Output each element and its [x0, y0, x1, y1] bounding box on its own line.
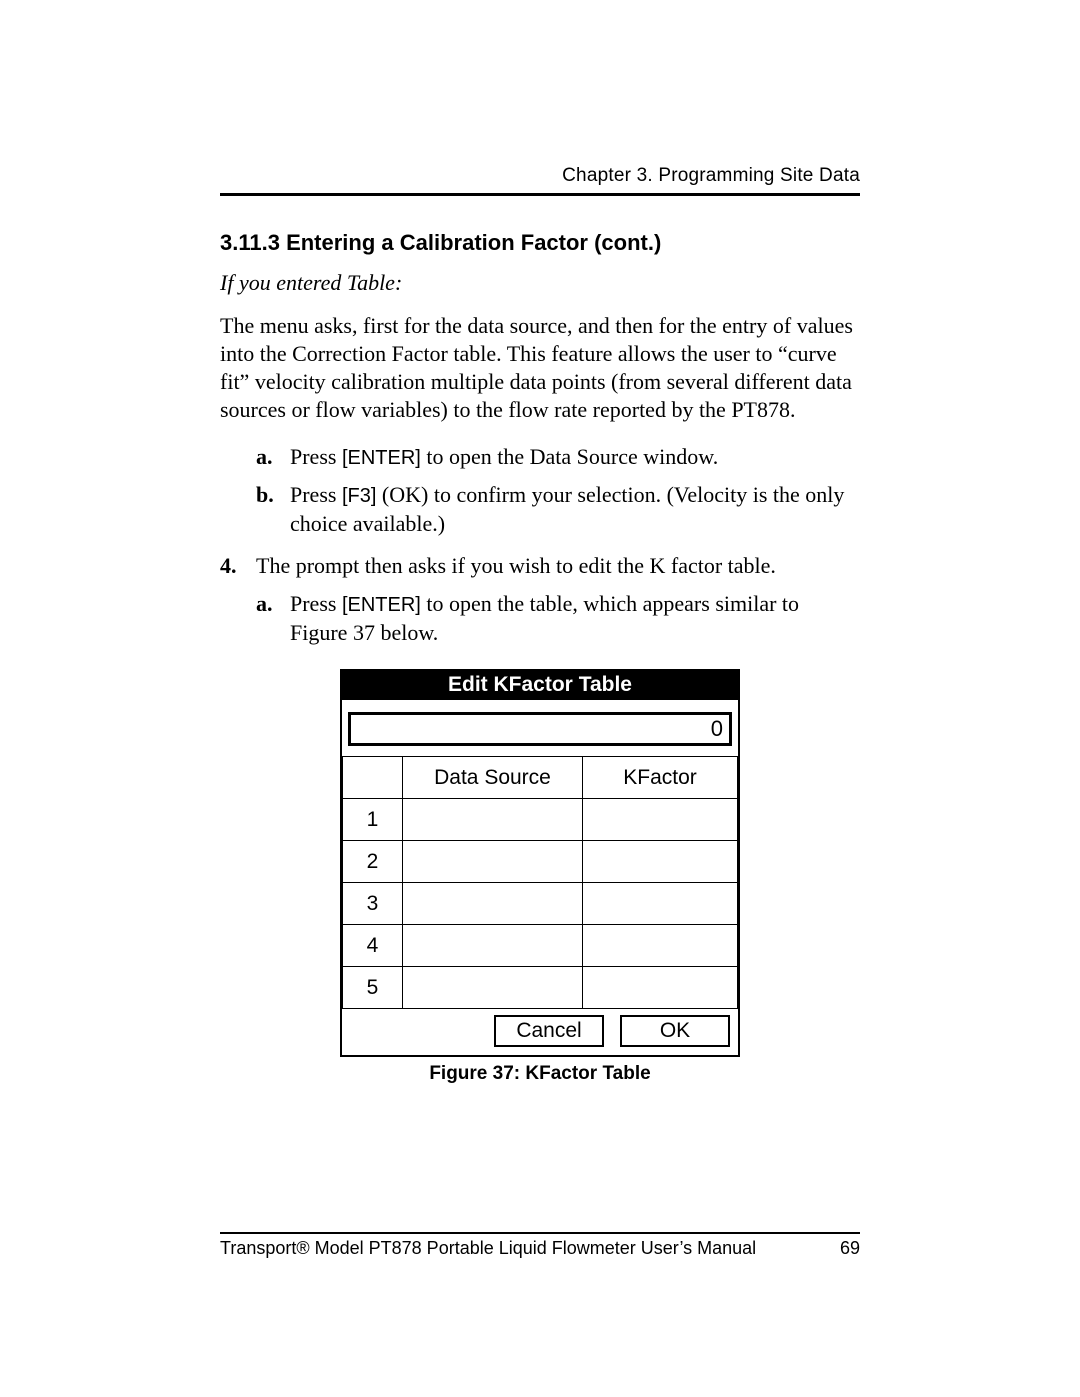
row-index: 1	[343, 799, 403, 841]
step-4: 4. The prompt then asks if you wish to e…	[220, 552, 860, 580]
header-data-source: Data Source	[403, 757, 583, 799]
ok-button[interactable]: OK	[620, 1015, 730, 1047]
row-data-source[interactable]	[403, 799, 583, 841]
header-rule	[220, 193, 860, 196]
dialog-button-row: Cancel OK	[342, 1009, 738, 1055]
kfactor-dialog: Edit KFactor Table 0 Data Source KFactor…	[340, 669, 740, 1057]
footer-manual-title: Transport® Model PT878 Portable Liquid F…	[220, 1238, 756, 1259]
step-4-marker: 4.	[220, 552, 256, 580]
value-input[interactable]: 0	[348, 712, 732, 746]
figure-caption: Figure 37: KFactor Table	[340, 1063, 740, 1085]
row-kfactor[interactable]	[583, 967, 738, 1009]
table-header-row: Data Source KFactor	[343, 757, 738, 799]
step-b-text: Press [F3] (OK) to confirm your selectio…	[290, 481, 860, 538]
row-index: 5	[343, 967, 403, 1009]
footer-page-number: 69	[840, 1238, 860, 1259]
step-a: a. Press [ENTER] to open the Data Source…	[256, 443, 860, 472]
chapter-header: Chapter 3. Programming Site Data	[220, 165, 860, 187]
figure-37: Edit KFactor Table 0 Data Source KFactor…	[340, 669, 740, 1085]
cancel-button[interactable]: Cancel	[494, 1015, 604, 1047]
step-4a: a. Press [ENTER] to open the table, whic…	[256, 590, 860, 647]
page-footer: Transport® Model PT878 Portable Liquid F…	[220, 1232, 860, 1259]
row-kfactor[interactable]	[583, 883, 738, 925]
step-a-marker: a.	[256, 443, 290, 472]
row-kfactor[interactable]	[583, 841, 738, 883]
section-title: 3.11.3 Entering a Calibration Factor (co…	[220, 230, 860, 256]
row-kfactor[interactable]	[583, 799, 738, 841]
header-index	[343, 757, 403, 799]
step-b-pre: Press	[290, 482, 342, 507]
row-index: 2	[343, 841, 403, 883]
kfactor-table: Data Source KFactor 1 2	[342, 756, 738, 1009]
step-a-pre: Press	[290, 444, 342, 469]
row-data-source[interactable]	[403, 883, 583, 925]
step-4a-marker: a.	[256, 590, 290, 647]
row-data-source[interactable]	[403, 925, 583, 967]
footer-rule	[220, 1232, 860, 1234]
section-subhead: If you entered Table:	[220, 270, 860, 296]
sub-list-ab: a. Press [ENTER] to open the Data Source…	[256, 443, 860, 538]
enter-key: [ENTER]	[342, 447, 421, 469]
table-row[interactable]: 5	[343, 967, 738, 1009]
row-index: 3	[343, 883, 403, 925]
step-a-post: to open the Data Source window.	[421, 444, 718, 469]
page: Chapter 3. Programming Site Data 3.11.3 …	[0, 0, 1080, 1397]
f3-key: [F3]	[342, 485, 376, 507]
row-index: 4	[343, 925, 403, 967]
table-row[interactable]: 3	[343, 883, 738, 925]
step-b-marker: b.	[256, 481, 290, 538]
step-4-block: 4. The prompt then asks if you wish to e…	[220, 552, 860, 647]
table-row[interactable]: 1	[343, 799, 738, 841]
table-row[interactable]: 2	[343, 841, 738, 883]
enter-key-2: [ENTER]	[342, 594, 421, 616]
step-4a-pre: Press	[290, 591, 342, 616]
row-data-source[interactable]	[403, 967, 583, 1009]
header-kfactor: KFactor	[583, 757, 738, 799]
intro-paragraph: The menu asks, first for the data source…	[220, 312, 860, 425]
row-data-source[interactable]	[403, 841, 583, 883]
value-strip: 0	[342, 700, 738, 756]
table-row[interactable]: 4	[343, 925, 738, 967]
step-b: b. Press [F3] (OK) to confirm your selec…	[256, 481, 860, 538]
dialog-title: Edit KFactor Table	[342, 671, 738, 700]
row-kfactor[interactable]	[583, 925, 738, 967]
step-a-text: Press [ENTER] to open the Data Source wi…	[290, 443, 718, 472]
step-4-sublist: a. Press [ENTER] to open the table, whic…	[256, 590, 860, 647]
step-4a-text: Press [ENTER] to open the table, which a…	[290, 590, 860, 647]
step-4-text: The prompt then asks if you wish to edit…	[256, 552, 776, 580]
